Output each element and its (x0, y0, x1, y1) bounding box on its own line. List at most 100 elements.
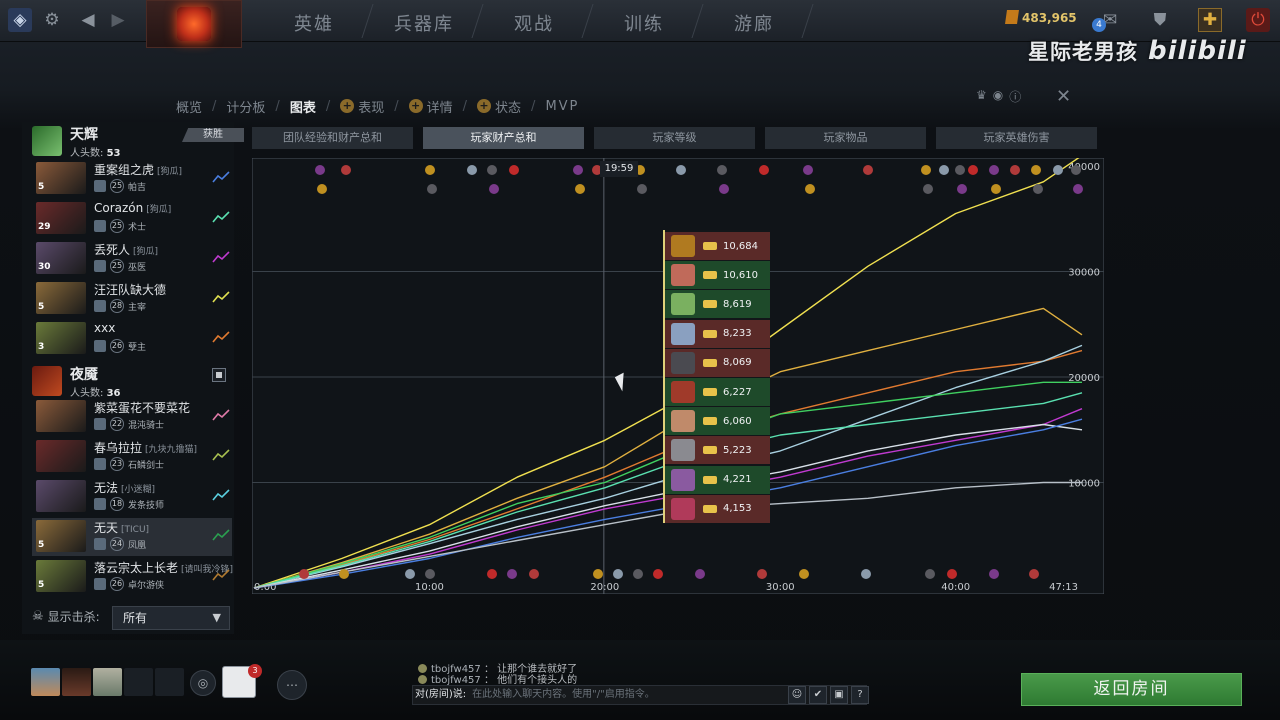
close-icon[interactable]: ✕ (1056, 86, 1071, 107)
chat-avatar-icon (418, 675, 427, 684)
tab-overview[interactable]: 概览 (176, 97, 202, 116)
eye-icon[interactable]: ◉ (993, 88, 1003, 105)
radiant-player-row[interactable]: 5 重案组之虎 [狗瓜] 25 帕吉 (32, 160, 232, 198)
player-level-badge: 5 (38, 540, 45, 550)
line-color-icon[interactable] (212, 170, 230, 184)
player-name: 无天 [TICU] (94, 519, 149, 536)
power-icon[interactable]: ⏻ (1246, 8, 1270, 32)
line-color-icon[interactable] (212, 330, 230, 344)
graph-tab-player-level[interactable]: 玩家等级 (594, 127, 755, 149)
emoji-icon[interactable]: ☺ (788, 686, 806, 704)
event-marker-icon (427, 184, 437, 194)
hero-name: 混沌骑士 (128, 420, 165, 431)
radiant-player-row[interactable]: 3 xxx 26 孽主 (32, 320, 232, 358)
tooltip-row: 10,610 (665, 261, 770, 290)
dire-player-row[interactable]: 5 无天 [TICU] 24 凤凰 (32, 518, 232, 556)
nav-heroes[interactable]: 英雄 (294, 10, 334, 36)
tab-graphs[interactable]: 图表 (290, 97, 316, 116)
tab-mvp[interactable]: MVP (545, 99, 579, 114)
line-color-icon[interactable] (212, 568, 230, 582)
player-name: 汪汪队缺大德 (94, 281, 169, 298)
tab-scoreboard[interactable]: 计分板 (226, 97, 265, 116)
hero-level: 18 (110, 497, 124, 511)
nav-armory[interactable]: 兵器库 (394, 10, 454, 36)
event-marker-icon (425, 165, 435, 175)
nav-learn[interactable]: 训练 (624, 10, 664, 36)
party-slot-empty[interactable] (124, 668, 153, 696)
hero-level: 25 (110, 219, 124, 233)
x-tick-label: 40:00 (941, 582, 970, 593)
dota-menu-icon[interactable]: ◈ (8, 8, 32, 32)
event-marker-icon (925, 569, 935, 579)
back-arrow-icon[interactable]: ◀ (76, 8, 100, 32)
kill-filter-select[interactable]: 所有 ▼ (112, 606, 230, 630)
check-icon[interactable]: ✔ (809, 686, 827, 704)
player-level-badge: 5 (38, 302, 45, 312)
nav-watch[interactable]: 观战 (514, 10, 554, 36)
help-icon[interactable]: ? (851, 686, 869, 704)
event-marker-icon (507, 569, 517, 579)
nav-arcade[interactable]: 游廊 (734, 10, 774, 36)
event-marker-icon (863, 165, 873, 175)
dota-logo[interactable] (146, 0, 242, 48)
party-slot-empty[interactable] (155, 668, 184, 696)
graph-tab-player-networth[interactable]: 玩家财产总和 (423, 127, 584, 149)
line-color-icon[interactable] (212, 488, 230, 502)
radiant-player-row[interactable]: 29 Corazón [狗瓜] 25 术士 (32, 200, 232, 238)
kill-filter-label: 显示击杀: (47, 610, 100, 624)
player-name: xxx (94, 321, 118, 335)
line-color-icon[interactable] (212, 250, 230, 264)
dire-player-row[interactable]: 无法 [小迷糊] 18 发条技师 (32, 478, 232, 516)
info-icon[interactable]: ⓘ (1009, 88, 1021, 105)
event-marker-icon (593, 569, 603, 579)
hero-level: 25 (110, 259, 124, 273)
graph-tab-player-items[interactable]: 玩家物品 (765, 127, 926, 149)
dire-player-row[interactable]: 春乌拉拉 [九块九撸猫] 23 石鳞剑士 (32, 438, 232, 476)
line-color-icon[interactable] (212, 210, 230, 224)
gold-coin-icon (703, 242, 717, 250)
plus-icon: + (340, 99, 355, 113)
tab-details[interactable]: + 详情 (408, 97, 453, 116)
player-level-badge: 30 (38, 262, 51, 272)
line-color-icon[interactable] (212, 290, 230, 304)
headset-icon[interactable]: ◎ (190, 670, 216, 696)
dota-plus-icon[interactable]: ✚ (1198, 8, 1222, 32)
tab-performance[interactable]: + 表现 (340, 97, 384, 116)
crown-icon[interactable]: ♛ (976, 88, 987, 105)
hero-icon (671, 264, 695, 287)
group-icon[interactable]: ⋯ (277, 670, 307, 700)
image-icon[interactable]: ▣ (830, 686, 848, 704)
graph-tab-team-xp-networth[interactable]: 团队经验和财产总和 (252, 127, 413, 149)
return-to-lobby-button[interactable]: 返回房间 (1021, 673, 1242, 706)
event-marker-icon (613, 569, 623, 579)
hero-portrait (36, 480, 86, 512)
line-color-icon[interactable] (212, 528, 230, 542)
line-color-icon[interactable] (212, 448, 230, 462)
player-name-text: xxx (94, 321, 116, 335)
party-avatar[interactable] (62, 668, 91, 696)
hero-icon (671, 322, 695, 345)
hero-icon (94, 180, 106, 192)
shield-icon[interactable]: ⛊ (1148, 8, 1172, 32)
kill-filter: ☠ 显示击杀: (32, 608, 100, 625)
show-all-checkbox[interactable] (212, 368, 226, 382)
player-level-badge: 5 (38, 580, 45, 590)
party-avatar[interactable] (31, 668, 60, 696)
radiant-player-row[interactable]: 5 汪汪队缺大德 28 主宰 (32, 280, 232, 318)
radiant-player-row[interactable]: 30 丢死人 [狗瓜] 25 巫医 (32, 240, 232, 278)
event-marker-icon (921, 165, 931, 175)
dire-player-row[interactable]: 5 落云宗太上长老 [请叫我冷锋] 26 卓尔游侠 (32, 558, 233, 596)
player-name-text: 丢死人 (94, 243, 131, 257)
tab-status[interactable]: + 状态 (477, 97, 521, 116)
settings-gear-icon[interactable]: ⚙ (40, 8, 64, 32)
tooltip-row: 6,060 (665, 407, 770, 436)
dire-player-row[interactable]: 紫菜蛋花不要菜花 22 混沌骑士 (32, 398, 232, 436)
dota2-client: { "topbar": { "nav": ["英雄", "兵器库", "观战",… (0, 0, 1280, 720)
player-name-text: 汪汪队缺大德 (94, 283, 167, 297)
line-color-icon[interactable] (212, 408, 230, 422)
party-avatar[interactable] (93, 668, 122, 696)
graph-tab-hero-damage[interactable]: 玩家英雄伤害 (936, 127, 1097, 149)
tooltip-row: 4,153 (665, 494, 770, 523)
event-marker-icon (637, 184, 647, 194)
forward-arrow-icon[interactable]: ▶ (106, 8, 130, 32)
